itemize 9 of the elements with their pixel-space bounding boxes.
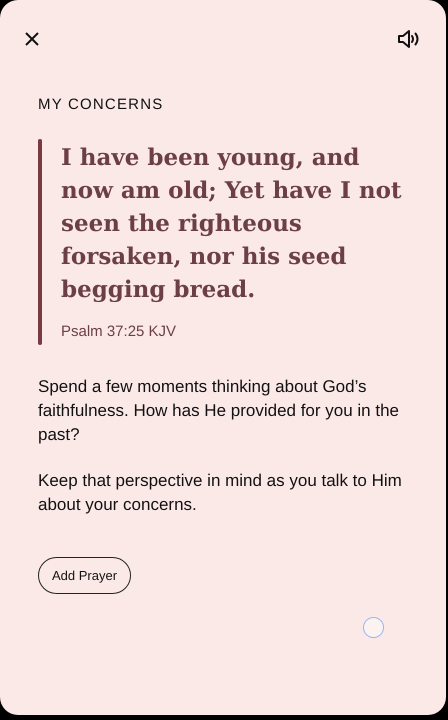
touch-indicator [363, 617, 384, 638]
quote-reference: Psalm 37:25 KJV [61, 322, 178, 342]
add-prayer-button[interactable]: Add Prayer [38, 557, 132, 594]
body-paragraph: Keep that perspective in mind as you talk to Him about your concerns. [38, 470, 403, 516]
speaker-icon[interactable] [397, 29, 421, 49]
body-paragraph: Spend a few moments thinking about God’s faithfulness. How has He provided for you in the past? [38, 376, 400, 446]
close-icon[interactable] [25, 32, 39, 46]
section-title: MY CONCERNS [38, 95, 164, 115]
quote-text: I have been young, and now am old; Yet have I not seen the righteous forsaken, nor his seed begging bread. [61, 142, 403, 304]
